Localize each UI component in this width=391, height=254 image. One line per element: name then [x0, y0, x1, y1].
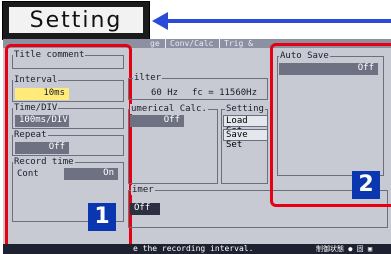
tab-divider	[219, 39, 220, 48]
filter-fc-text: fc = 11560Hz	[192, 88, 258, 98]
left-highlight-frame	[5, 44, 132, 249]
timer-label: imer	[131, 185, 155, 195]
tab-conv-calc[interactable]: Conv/Calc	[170, 39, 213, 48]
tab-trigger[interactable]: Trig &	[224, 39, 253, 48]
status-indicators: 制御状態 ● 固 ▣	[316, 245, 373, 253]
save-setting-button[interactable]: Save Set	[223, 129, 268, 150]
tab-ge[interactable]: ge	[150, 39, 160, 48]
filter-label: ilter	[133, 73, 163, 83]
pointer-arrow-shaft	[166, 19, 391, 23]
numerical-calc-field[interactable]: Off	[130, 115, 184, 127]
filter-value[interactable]: 60 Hz	[151, 88, 178, 98]
pointer-arrow-head	[152, 12, 168, 30]
setting-label: Setting	[225, 104, 265, 114]
right-highlight-frame	[270, 43, 391, 207]
load-setting-button[interactable]: Load Set	[223, 115, 268, 136]
setting-header-plate: Setting	[7, 5, 145, 35]
setting-header: Setting	[2, 1, 150, 40]
timer-field[interactable]: Off	[130, 203, 160, 215]
numerical-calc-label: umerical Calc.	[130, 104, 208, 114]
setting-header-title: Setting	[29, 8, 123, 33]
status-message: e the recording interval.	[133, 244, 254, 253]
tab-divider	[165, 39, 166, 48]
pointer-arrow	[152, 12, 391, 30]
